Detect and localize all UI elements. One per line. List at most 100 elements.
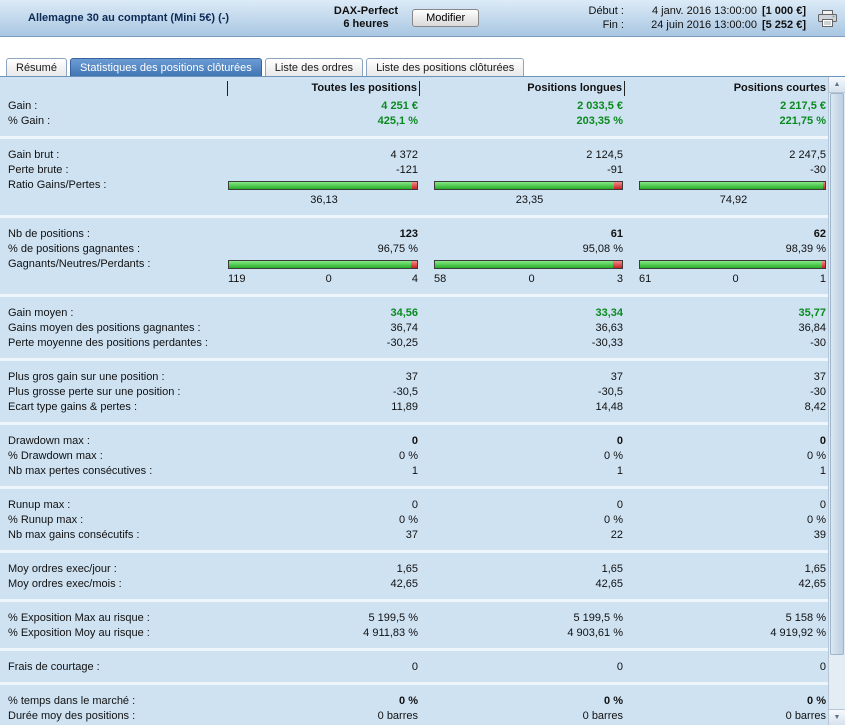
table-row: Nb de positions : 123 61 62 bbox=[0, 227, 845, 242]
row-value: -121 bbox=[395, 164, 418, 176]
row-value: 221,75 % bbox=[779, 115, 826, 127]
row-label: % de positions gagnantes : bbox=[8, 243, 141, 255]
table-row: Runup max : 0 0 0 bbox=[0, 498, 845, 513]
row-label: Runup max : bbox=[8, 499, 71, 511]
row-value: 1,65 bbox=[804, 563, 826, 575]
row-value: 0 % bbox=[399, 514, 418, 526]
strategy-timeframe: 6 heures bbox=[343, 18, 389, 30]
bar-green-segment bbox=[435, 182, 615, 189]
bar-values-row: 119 0 4 58 0 3 61 0 1 bbox=[0, 272, 845, 287]
row-value: 39 bbox=[813, 529, 826, 541]
table-row: % Drawdown max : 0 % 0 % 0 % bbox=[0, 449, 845, 464]
strategy-info: DAX-Perfect 6 heures bbox=[334, 5, 398, 31]
row-value: 0 barres bbox=[785, 710, 826, 722]
row-value: 0 bbox=[616, 435, 623, 447]
bar-green-segment bbox=[435, 261, 613, 268]
scroll-up-icon[interactable]: ▲ bbox=[829, 77, 845, 93]
column-header-long-positions: Positions longues bbox=[420, 81, 625, 96]
row-value: 1 bbox=[411, 465, 418, 477]
row-label: Moy ordres exec/jour : bbox=[8, 563, 117, 575]
tab-statistiques-positions-cloturees[interactable]: Statistiques des positions clôturées bbox=[69, 58, 262, 77]
date-range: Début : 4 janv. 2016 13:00:00 [1 000 €] Fi… bbox=[584, 4, 807, 32]
table-row: % de positions gagnantes : 96,75 % 95,08 %… bbox=[0, 242, 845, 257]
row-label: Gain moyen : bbox=[8, 307, 74, 319]
stats-group: Runup max : 0 0 0 % Runup max : 0 % 0 % 0 % Nb m… bbox=[0, 498, 845, 553]
row-value: -30 bbox=[810, 337, 826, 349]
row-value: 8,42 bbox=[804, 401, 826, 413]
table-row: Frais de courtage : 0 0 0 bbox=[0, 660, 845, 675]
row-value: 1,65 bbox=[601, 563, 623, 575]
row-value: 4 372 bbox=[390, 149, 418, 161]
row-value: 4 911,83 % bbox=[363, 627, 418, 639]
scrollbar-thumb[interactable] bbox=[830, 93, 844, 655]
start-capital: [1 000 €] bbox=[761, 5, 806, 17]
stats-group: Nb de positions : 123 61 62 % de positions g… bbox=[0, 227, 845, 297]
triple-value: 1 bbox=[819, 273, 826, 285]
row-value: 4 903,61 % bbox=[567, 627, 623, 639]
row-label: % Exposition Max au risque : bbox=[8, 612, 150, 624]
strategy-name: DAX-Perfect bbox=[333, 5, 399, 17]
table-row: Plus grosse perte sur une position : -30,… bbox=[0, 385, 845, 400]
vertical-scrollbar[interactable]: ▲ ▼ bbox=[828, 77, 845, 725]
start-value: 4 janv. 2016 13:00:00 bbox=[651, 5, 757, 17]
end-value: 24 juin 2016 13:00:00 bbox=[651, 19, 757, 31]
stats-group: Gain moyen : 34,56 33,34 35,77 Gains moyen d… bbox=[0, 306, 845, 361]
progress-bar bbox=[434, 260, 623, 269]
stats-group: Plus gros gain sur une position :37 37 37 P… bbox=[0, 370, 845, 425]
row-value: 203,35 % bbox=[576, 115, 623, 127]
row-label: Ecart type gains & pertes : bbox=[8, 401, 138, 413]
bar-triple: 61 0 1 bbox=[625, 272, 828, 287]
row-value: 11,89 bbox=[391, 401, 418, 413]
row-label: Drawdown max : bbox=[8, 435, 90, 447]
bar-green-segment bbox=[640, 261, 823, 268]
row-value: 5 199,5 % bbox=[368, 612, 418, 624]
progress-bar bbox=[228, 260, 418, 269]
stats-group: Gain brut : 4 372 2 124,5 2 247,5 Perte brut… bbox=[0, 148, 845, 218]
row-value: 22 bbox=[610, 529, 623, 541]
triple-value: 0 bbox=[732, 273, 739, 285]
table-row: Drawdown max : 0 0 0 bbox=[0, 434, 845, 449]
row-value: 4 919,92 % bbox=[770, 627, 826, 639]
bar-cell bbox=[228, 181, 420, 190]
row-label: Nb max gains consécutifs : bbox=[8, 529, 140, 541]
stats-group: % temps dans le marché : 0 % 0 % 0 % Durée m… bbox=[0, 694, 845, 725]
row-value: 37 bbox=[405, 371, 418, 383]
start-label: Début : bbox=[588, 5, 624, 17]
row-label: Gain brut : bbox=[8, 149, 60, 161]
tab-liste-des-positions-cloturees[interactable]: Liste des positions clôturées bbox=[366, 58, 525, 77]
row-label: Gagnants/Neutres/Perdants : bbox=[8, 258, 151, 270]
row-label: % Gain : bbox=[8, 115, 51, 127]
table-row: Moy ordres exec/mois : 42,65 42,65 42,65 bbox=[0, 577, 845, 592]
row-value: 0 % bbox=[399, 695, 418, 707]
bar-cell bbox=[625, 181, 828, 190]
row-value: 0 bbox=[819, 435, 826, 447]
scroll-down-icon[interactable]: ▼ bbox=[829, 709, 845, 725]
row-value: 0 % bbox=[807, 695, 826, 707]
bar-green-segment bbox=[229, 182, 412, 189]
table-row: Ecart type gains & pertes : 11,89 14,48 8,4… bbox=[0, 400, 845, 415]
bar-value: 36,13 bbox=[310, 194, 338, 206]
bar-cell bbox=[420, 260, 625, 269]
row-value: 98,39 % bbox=[785, 243, 826, 255]
start-date-row: Début : 4 janv. 2016 13:00:00 [1 000 €] bbox=[584, 4, 807, 18]
modify-button[interactable]: Modifier bbox=[412, 9, 480, 27]
table-row: Perte moyenne des positions perdantes : -… bbox=[0, 336, 845, 351]
stats-group: Moy ordres exec/jour :1,65 1,65 1,65 Moy or… bbox=[0, 562, 845, 602]
bar-value: 23,35 bbox=[515, 194, 544, 206]
bar-red-segment bbox=[411, 182, 417, 189]
table-header-row: Toutes les positions Positions longues P… bbox=[0, 80, 845, 97]
bar-green-segment bbox=[640, 182, 823, 189]
row-value: 4 251 € bbox=[381, 100, 418, 112]
bar-triple: 58 0 3 bbox=[420, 272, 625, 287]
triple-value: 58 bbox=[434, 273, 447, 285]
bar-red-segment bbox=[822, 261, 825, 268]
tab-liste-des-ordres[interactable]: Liste des ordres bbox=[264, 58, 364, 77]
printer-icon[interactable] bbox=[818, 9, 837, 27]
bar-values-row: 36,13 23,35 74,92 bbox=[0, 193, 845, 208]
row-value: 0 barres bbox=[377, 710, 418, 722]
bar-cell bbox=[228, 260, 420, 269]
table-row: Gagnants/Neutres/Perdants : bbox=[0, 257, 845, 272]
column-header-short-positions: Positions courtes bbox=[733, 82, 826, 94]
tab-resume[interactable]: Résumé bbox=[6, 58, 67, 77]
bar-red-segment bbox=[410, 261, 417, 268]
